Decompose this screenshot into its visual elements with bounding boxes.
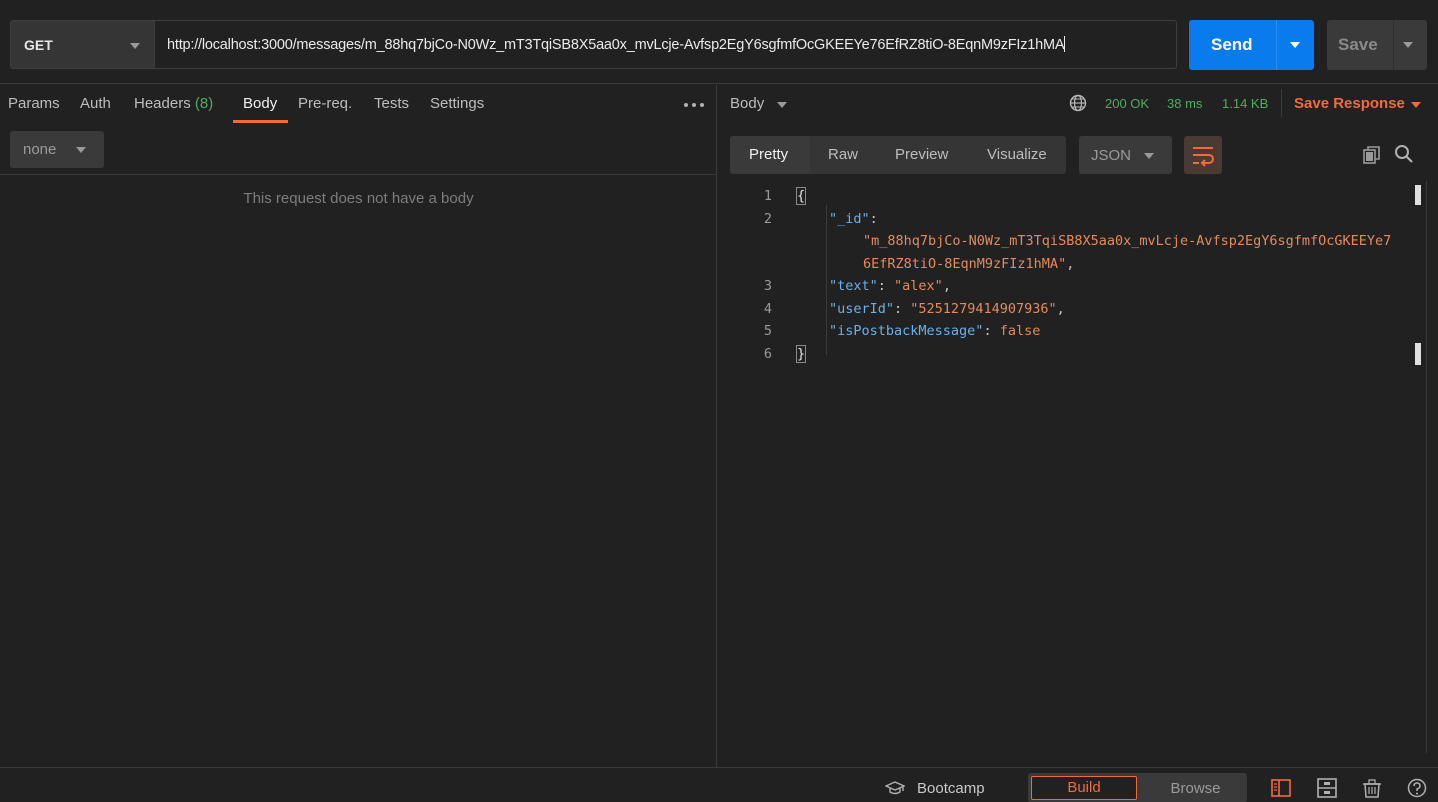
json-key: "userId"	[829, 301, 895, 317]
json-string-value: "5251279414907936"	[910, 301, 1057, 317]
format-label: JSON	[1091, 147, 1132, 164]
json-brace: }	[795, 345, 807, 363]
empty-body-message: This request does not have a body	[243, 190, 474, 207]
response-panel: Body 200 OK 38 ms 1.14 KB Save Response …	[718, 85, 1438, 767]
line-number: 5	[763, 323, 772, 339]
response-code-editor[interactable]: 1 { 2 "_id": "m_88hq7bjCo-N0Wz_mT3TqiSB8…	[718, 183, 1421, 753]
globe-icon[interactable]	[1069, 94, 1087, 112]
tab-pretty[interactable]: Pretty	[749, 146, 788, 163]
tab-prereq[interactable]: Pre-req.	[298, 95, 352, 112]
response-size[interactable]: 1.14 KB	[1222, 96, 1268, 111]
request-bar: GET http://localhost:3000/messages/m_88h…	[0, 0, 1438, 84]
copy-icon[interactable]	[1362, 145, 1382, 165]
scrollbar-marker[interactable]	[1415, 185, 1421, 205]
headers-count-badge: (8)	[194, 95, 214, 112]
json-line: "isPostbackMessage": false	[829, 323, 1041, 339]
json-brace: {	[795, 187, 807, 205]
chevron-down-icon	[76, 147, 86, 153]
json-key: "isPostbackMessage"	[829, 323, 984, 339]
format-select[interactable]: JSON	[1079, 136, 1172, 174]
json-string-value: "m_88hq7bjCo-N0Wz_mT3TqiSB8X5aa0x_mvLcje…	[863, 233, 1392, 249]
tab-tests[interactable]: Tests	[374, 95, 409, 112]
request-tabs: Params Auth Headers (8) Body Pre-req. Te…	[0, 85, 717, 125]
json-line: 6EfRZ8tiO-8EqnM9zFIz1hMA",	[863, 256, 1074, 272]
tab-preview[interactable]: Preview	[895, 146, 948, 163]
runner-icon[interactable]	[1316, 778, 1338, 798]
line-number: 3	[763, 278, 772, 294]
chevron-down-icon[interactable]	[1411, 102, 1421, 108]
json-comma: ,	[1066, 256, 1075, 272]
bootcamp-button[interactable]: Bootcamp	[917, 780, 985, 797]
tab-body[interactable]: Body	[243, 95, 277, 112]
text-cursor	[1064, 36, 1066, 52]
build-mode-button[interactable]: Build	[1031, 776, 1137, 800]
scrollbar[interactable]	[1426, 181, 1427, 753]
response-body-dropdown[interactable]: Body	[730, 95, 764, 112]
chevron-down-icon	[130, 43, 140, 49]
json-line: "userId": "5251279414907936",	[829, 301, 1065, 317]
divider	[0, 174, 717, 175]
response-time[interactable]: 38 ms	[1167, 96, 1202, 111]
json-key: "text"	[829, 278, 878, 294]
tab-headers[interactable]: Headers (8)	[134, 95, 213, 112]
indent-guide	[826, 205, 827, 355]
status-code[interactable]: 200 OK	[1105, 96, 1149, 111]
tab-raw[interactable]: Raw	[828, 146, 858, 163]
line-number: 1	[763, 188, 772, 204]
line-number: 4	[763, 301, 772, 317]
request-panel: Params Auth Headers (8) Body Pre-req. Te…	[0, 85, 717, 767]
more-options-icon[interactable]	[684, 103, 706, 107]
chevron-down-icon	[1144, 153, 1154, 159]
tab-auth[interactable]: Auth	[80, 95, 111, 112]
json-boolean-value: false	[999, 323, 1041, 339]
json-key: "_id"	[829, 211, 870, 227]
json-line: "text": "alex",	[829, 278, 951, 294]
wrap-lines-icon	[1193, 147, 1214, 167]
chevron-down-icon[interactable]	[777, 102, 787, 108]
divider	[1281, 89, 1282, 117]
save-label: Save	[1338, 35, 1378, 54]
tab-headers-label: Headers	[134, 95, 191, 112]
save-divider	[1393, 20, 1394, 70]
status-bar: Bootcamp Build Browse	[0, 767, 1438, 802]
json-colon: :	[869, 211, 878, 227]
scrollbar-marker[interactable]	[1415, 343, 1421, 365]
line-number: 2	[763, 211, 772, 227]
wrap-lines-button[interactable]	[1184, 136, 1222, 174]
send-label: Send	[1211, 35, 1253, 54]
response-view-tabs: Pretty Raw Preview Visualize	[730, 136, 1066, 174]
mode-switcher: Build Browse	[1028, 773, 1247, 802]
method-label: GET	[24, 37, 53, 53]
active-tab-indicator	[233, 120, 288, 123]
save-button[interactable]: Save	[1327, 20, 1427, 70]
save-options-chevron-icon[interactable]	[1403, 42, 1413, 48]
tab-visualize[interactable]: Visualize	[987, 146, 1047, 163]
line-number: 6	[763, 346, 772, 362]
help-icon[interactable]	[1406, 778, 1428, 798]
search-icon[interactable]	[1394, 144, 1414, 164]
trash-icon[interactable]	[1361, 778, 1383, 798]
url-input[interactable]: http://localhost:3000/messages/m_88hq7bj…	[155, 20, 1177, 69]
body-type-label: none	[23, 141, 57, 158]
browse-mode-button[interactable]: Browse	[1148, 780, 1243, 797]
two-pane-view-icon[interactable]	[1270, 778, 1292, 798]
url-text: http://localhost:3000/messages/m_88hq7bj…	[167, 37, 1065, 53]
json-string-value: "alex"	[894, 278, 943, 294]
save-response-button[interactable]: Save Response	[1294, 95, 1405, 112]
tab-settings[interactable]: Settings	[430, 95, 484, 112]
send-options-chevron-icon[interactable]	[1290, 42, 1300, 48]
json-string-value: 6EfRZ8tiO-8EqnM9zFIz1hMA"	[863, 256, 1067, 272]
tab-params[interactable]: Params	[8, 95, 60, 112]
json-line: "_id":	[829, 211, 878, 227]
send-divider	[1276, 20, 1277, 70]
send-button[interactable]: Send	[1189, 20, 1314, 70]
body-type-select[interactable]: none	[10, 131, 104, 168]
method-select[interactable]: GET	[10, 20, 155, 69]
graduation-cap-icon[interactable]	[885, 780, 905, 796]
